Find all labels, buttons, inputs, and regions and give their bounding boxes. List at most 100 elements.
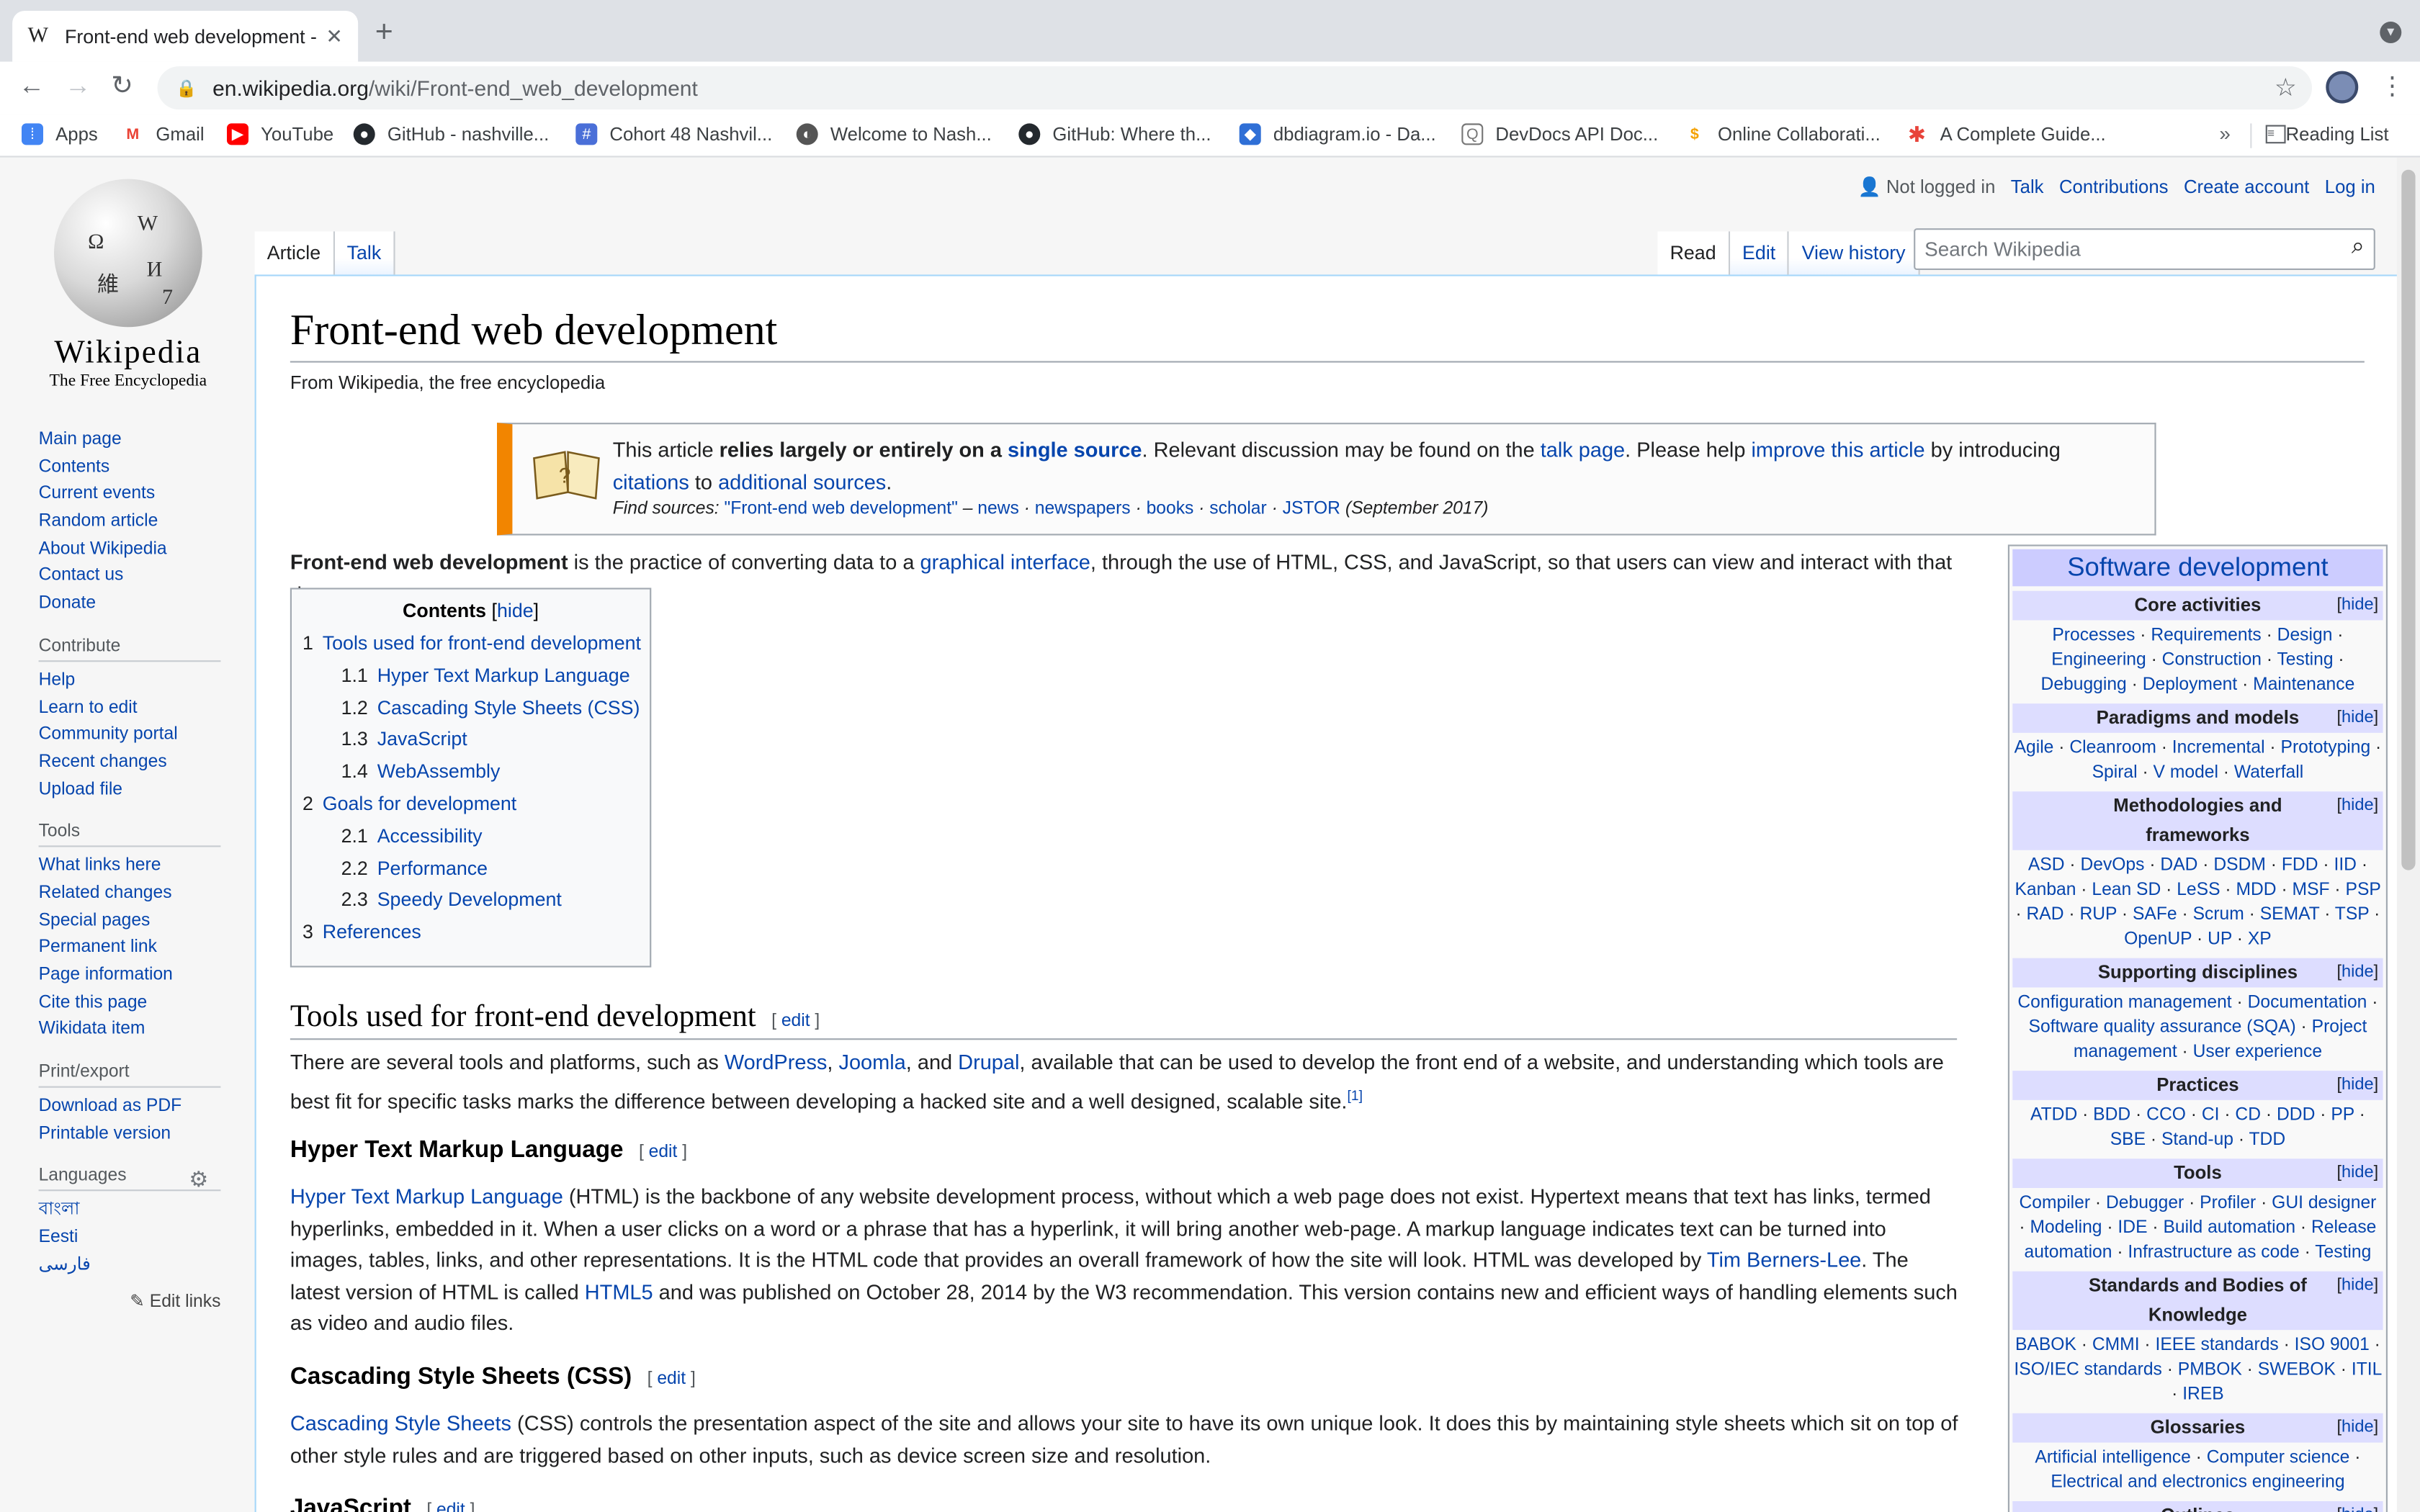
- navbox-link[interactable]: MDD: [2236, 881, 2276, 900]
- navbox-link[interactable]: OpenUP: [2124, 930, 2192, 949]
- navbox-link[interactable]: Testing: [2315, 1243, 2371, 1262]
- toc-item[interactable]: 1 Tools used for front-end development: [302, 628, 641, 660]
- bookmark-star-icon[interactable]: ☆: [2275, 73, 2297, 104]
- navbox-link[interactable]: DevOps: [2080, 856, 2144, 875]
- sidebar-item-printable-version[interactable]: Printable version: [39, 1121, 240, 1148]
- sidebar-item-donate[interactable]: Donate: [39, 591, 240, 618]
- navbox-link[interactable]: XP: [2248, 930, 2272, 949]
- sidebar-item-permanent-link[interactable]: Permanent link: [39, 935, 240, 963]
- navbox-link[interactable]: PSP: [2346, 881, 2381, 900]
- user-talk-link[interactable]: Talk: [2011, 176, 2044, 197]
- navbox-hide-button[interactable]: [hide]: [2336, 591, 2378, 621]
- joomla-link[interactable]: Joomla: [839, 1050, 906, 1074]
- sidebar-item-download-pdf[interactable]: Download as PDF: [39, 1094, 240, 1121]
- navbox-link[interactable]: PMBOK: [2178, 1361, 2242, 1380]
- back-icon[interactable]: ←: [19, 71, 45, 102]
- navbox-link[interactable]: SBE: [2110, 1131, 2146, 1150]
- navbox-link[interactable]: Software quality assurance (SQA): [2029, 1018, 2296, 1037]
- improve-article-link[interactable]: improve this article: [1751, 438, 1924, 462]
- scrollbar-thumb[interactable]: [2401, 169, 2416, 870]
- toc-item[interactable]: 3 References: [302, 917, 639, 949]
- navbox-hide-button[interactable]: [hide]: [2336, 1272, 2378, 1301]
- navbox-link[interactable]: Configuration management: [2017, 994, 2231, 1012]
- bookmark-item[interactable]: ● GitHub - nashville...: [353, 123, 549, 145]
- sidebar-item-contact[interactable]: Contact us: [39, 564, 240, 591]
- toc-item[interactable]: 1.4 WebAssembly: [302, 756, 639, 788]
- css-link[interactable]: Cascading Style Sheets: [290, 1412, 511, 1435]
- navbox-link[interactable]: PP: [2331, 1106, 2354, 1125]
- toc-item[interactable]: 2.3 Speedy Development: [302, 885, 639, 917]
- navbox-link[interactable]: Kanban: [2015, 881, 2076, 900]
- page-scrollbar[interactable]: [2396, 157, 2420, 1512]
- sidebar-item-learn-to-edit[interactable]: Learn to edit: [39, 695, 240, 722]
- navbox-link[interactable]: Spiral: [2092, 764, 2138, 783]
- sidebar-item-cite-this-page[interactable]: Cite this page: [39, 990, 240, 1017]
- navbox-link[interactable]: V model: [2154, 764, 2218, 783]
- toc-hide-button[interactable]: hide: [497, 600, 534, 622]
- navbox-link[interactable]: SWEBOK: [2258, 1361, 2336, 1380]
- jstor-link[interactable]: JSTOR: [1283, 500, 1340, 518]
- tab-talk[interactable]: Talk: [334, 231, 395, 276]
- edit-links-button[interactable]: ✎ Edit links: [39, 1289, 220, 1311]
- toc-item[interactable]: 2 Goals for development: [302, 788, 639, 821]
- html-link[interactable]: Hyper Text Markup Language: [290, 1185, 563, 1208]
- newspapers-link[interactable]: newspapers: [1035, 500, 1131, 518]
- bookmark-item[interactable]: $ Online Collaborati...: [1683, 123, 1881, 145]
- navbox-link[interactable]: Waterfall: [2234, 764, 2303, 783]
- navbox-link[interactable]: SAFe: [2133, 906, 2177, 924]
- navbox-link[interactable]: Infrastructure as code: [2128, 1243, 2299, 1262]
- drupal-link[interactable]: Drupal: [958, 1050, 1019, 1074]
- forward-icon[interactable]: →: [65, 71, 91, 102]
- wikipedia-logo[interactable]: ΩW維И7 Wikipedia The Free Encyclopedia: [31, 179, 225, 391]
- gear-icon[interactable]: ⚙: [189, 1167, 208, 1193]
- news-link[interactable]: news: [977, 500, 1019, 518]
- navbox-hide-button[interactable]: [hide]: [2336, 1071, 2378, 1100]
- new-tab-icon[interactable]: +: [375, 15, 393, 50]
- navbox-link[interactable]: IREB: [2182, 1385, 2224, 1404]
- navbox-link[interactable]: Modeling: [2030, 1219, 2102, 1238]
- navbox-link[interactable]: IDE: [2118, 1219, 2147, 1238]
- bookmark-item[interactable]: ◆ dbdiagram.io - Da...: [1239, 123, 1436, 145]
- bookmark-item[interactable]: ◐ Welcome to Nash...: [796, 123, 992, 145]
- navbox-link[interactable]: UP: [2208, 930, 2232, 949]
- navbox-hide-button[interactable]: [hide]: [2336, 1501, 2378, 1512]
- navbox-link[interactable]: RUP: [2079, 906, 2117, 924]
- tab-search-icon[interactable]: ▼: [2380, 22, 2402, 43]
- navbox-hide-button[interactable]: [hide]: [2336, 1158, 2378, 1188]
- edit-section-link[interactable]: edit: [657, 1370, 686, 1389]
- books-link[interactable]: books: [1147, 500, 1194, 518]
- sidebar-item-language[interactable]: বাংলা: [39, 1198, 240, 1225]
- wordpress-link[interactable]: WordPress: [725, 1050, 828, 1074]
- sidebar-item-related-changes[interactable]: Related changes: [39, 881, 240, 908]
- navbox-hide-button[interactable]: [hide]: [2336, 1413, 2378, 1443]
- navbox-link[interactable]: Agile: [2015, 739, 2054, 757]
- browser-tab[interactable]: W Front-end web development - W ✕: [12, 11, 359, 62]
- navbox-link[interactable]: Processes: [2052, 626, 2135, 645]
- navbox-link[interactable]: Debugger: [2106, 1194, 2184, 1213]
- toc-item[interactable]: 1.2 Cascading Style Sheets (CSS): [302, 692, 640, 724]
- navbox-link[interactable]: FDD: [2282, 856, 2318, 875]
- tab-read[interactable]: Read: [1657, 231, 1730, 276]
- navbox-link[interactable]: Computer science: [2207, 1449, 2350, 1467]
- sidebar-item-special-pages[interactable]: Special pages: [39, 908, 240, 935]
- navbox-link[interactable]: IEEE standards: [2156, 1336, 2279, 1355]
- navbox-link[interactable]: ISO/IEC standards: [2014, 1361, 2161, 1380]
- navbox-link[interactable]: Profiler: [2200, 1194, 2256, 1213]
- reload-icon[interactable]: ↻: [111, 71, 133, 102]
- navbox-hide-button[interactable]: [hide]: [2336, 703, 2378, 733]
- navbox-hide-button[interactable]: [hide]: [2336, 958, 2378, 988]
- tab-view-history[interactable]: View history: [1789, 231, 1919, 276]
- navbox-link[interactable]: Scrum: [2193, 906, 2244, 924]
- sidebar-item-random-article[interactable]: Random article: [39, 509, 240, 536]
- profile-avatar[interactable]: [2326, 71, 2359, 104]
- navbox-hide-button[interactable]: [hide]: [2336, 791, 2378, 821]
- search-input[interactable]: Search Wikipedia ⌕: [1914, 228, 2375, 270]
- edit-section-link[interactable]: edit: [781, 1012, 810, 1031]
- navbox-link[interactable]: DAD: [2160, 856, 2197, 875]
- chrome-menu-icon[interactable]: ⋮: [2380, 71, 2404, 102]
- navbox-link[interactable]: ASD: [2028, 856, 2065, 875]
- sidebar-item-contents[interactable]: Contents: [39, 454, 240, 482]
- navbox-link[interactable]: Stand-up: [2161, 1131, 2233, 1150]
- sidebar-item-about[interactable]: About Wikipedia: [39, 536, 240, 564]
- tab-edit[interactable]: Edit: [1729, 231, 1790, 276]
